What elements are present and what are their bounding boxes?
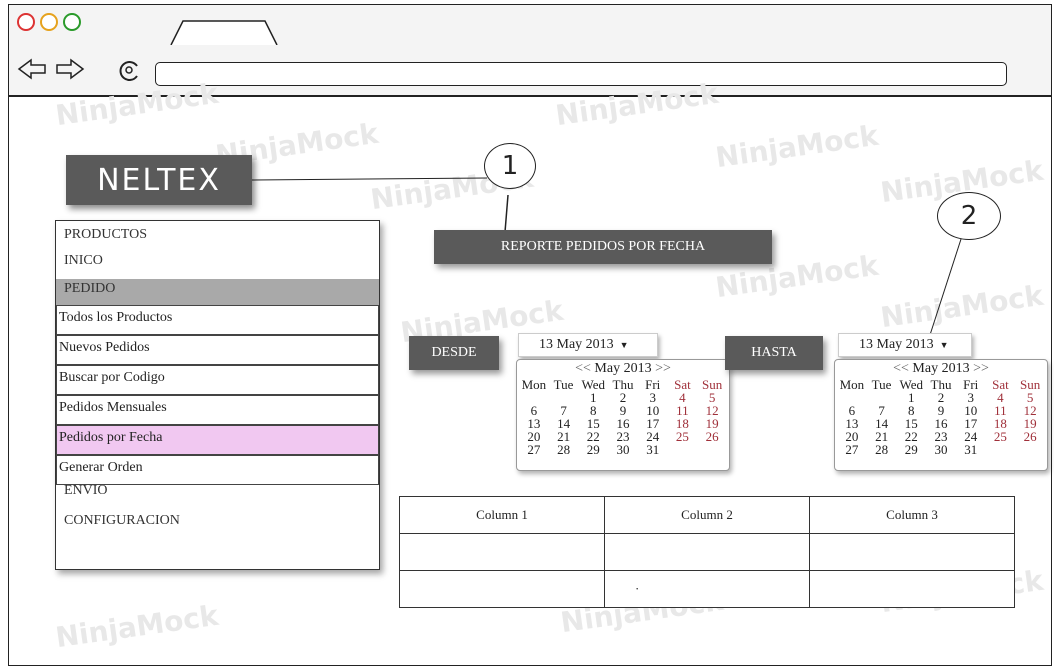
callout-1: 1 bbox=[484, 143, 536, 189]
menu-item-inico[interactable]: INICO bbox=[64, 253, 103, 269]
calendar-next-button[interactable]: >> bbox=[655, 361, 671, 376]
submenu-item-pedidos-por-fecha[interactable]: Pedidos por Fecha bbox=[56, 425, 379, 455]
table-cell bbox=[809, 533, 1015, 571]
calendar-day[interactable]: 26 bbox=[697, 430, 727, 443]
hasta-date-value: 13 May 2013 bbox=[859, 337, 934, 352]
calendar-prev-button[interactable]: << bbox=[575, 361, 591, 376]
calendar-day[interactable]: 27 bbox=[837, 443, 867, 456]
calendar-days: 1 2 3 4 5 6 7 8 9 10 11 12 13 14 15 16 17 18 19 20 21 22 23 24 2… bbox=[835, 391, 1047, 456]
calendar-day[interactable]: 26 bbox=[1015, 430, 1045, 443]
weekday: Tue bbox=[871, 377, 892, 392]
table-row[interactable] bbox=[399, 533, 1015, 571]
calendar-day bbox=[697, 443, 727, 456]
results-table: Column 1 Column 2 Column 3 · bbox=[399, 496, 1015, 608]
hasta-calendar[interactable]: << May 2013 >> Mon Tue Wed Thu Fri Sat S… bbox=[834, 359, 1048, 471]
calendar-month-label: May 2013 bbox=[594, 361, 652, 376]
table-cell: · bbox=[604, 570, 810, 608]
column-header: Column 3 bbox=[809, 496, 1015, 534]
menu-item-configuracion[interactable]: CONFIGURACION bbox=[64, 513, 180, 529]
menu-item-pedido-header[interactable]: PEDIDO bbox=[56, 279, 379, 305]
submenu-item-buscar-por-codigo[interactable]: Buscar por Codigo bbox=[56, 365, 379, 395]
table-cell bbox=[604, 533, 810, 571]
calendar-day[interactable]: 29 bbox=[896, 443, 926, 456]
weekday: Tue bbox=[553, 377, 574, 392]
submenu-item-pedidos-mensuales[interactable]: Pedidos Mensuales bbox=[56, 395, 379, 425]
menu-item-envio[interactable]: ENVIO bbox=[64, 483, 108, 499]
menu-item-productos[interactable]: PRODUCTOS bbox=[64, 227, 147, 243]
menu-item-pedido: PEDIDO bbox=[64, 281, 116, 296]
neltex-logo: NELTEX bbox=[66, 155, 252, 205]
calendar-day bbox=[986, 443, 1016, 456]
calendar-day[interactable]: 30 bbox=[608, 443, 638, 456]
side-menu: PRODUCTOS INICO PEDIDO Todos los Product… bbox=[55, 220, 380, 570]
calendar-day[interactable]: 31 bbox=[638, 443, 668, 456]
calendar-header: << May 2013 >> bbox=[835, 360, 1047, 378]
calendar-month-label: May 2013 bbox=[912, 361, 970, 376]
desde-calendar[interactable]: << May 2013 >> Mon Tue Wed Thu Fri Sat S… bbox=[516, 359, 730, 471]
calendar-day[interactable]: 30 bbox=[926, 443, 956, 456]
desde-date-value: 13 May 2013 bbox=[539, 337, 614, 352]
desde-date-field[interactable]: 13 May 2013 ▼ bbox=[518, 333, 658, 357]
callout-2: 2 bbox=[937, 192, 1001, 240]
calendar-day[interactable]: 25 bbox=[986, 430, 1016, 443]
column-header: Column 1 bbox=[399, 496, 605, 534]
calendar-day bbox=[668, 443, 698, 456]
calendar-prev-button[interactable]: << bbox=[893, 361, 909, 376]
calendar-day bbox=[1015, 443, 1045, 456]
report-button[interactable]: REPORTE PEDIDOS POR FECHA bbox=[434, 230, 772, 264]
submenu-item-nuevos-pedidos[interactable]: Nuevos Pedidos bbox=[56, 335, 379, 365]
calendar-day[interactable]: 28 bbox=[549, 443, 579, 456]
table-cell bbox=[399, 533, 605, 571]
hasta-label: HASTA bbox=[725, 336, 823, 370]
calendar-day[interactable]: 29 bbox=[578, 443, 608, 456]
table-header-row: Column 1 Column 2 Column 3 bbox=[399, 496, 1015, 534]
table-cell bbox=[809, 570, 1015, 608]
weekday: Mon bbox=[521, 377, 547, 392]
calendar-day[interactable]: 31 bbox=[956, 443, 986, 456]
column-header: Column 2 bbox=[604, 496, 810, 534]
table-row[interactable]: · bbox=[399, 570, 1015, 608]
calendar-next-button[interactable]: >> bbox=[973, 361, 989, 376]
calendar-days: 1 2 3 4 5 6 7 8 9 10 11 12 13 14 15 16 17 18 19 20 21 22 23 24 2… bbox=[517, 391, 729, 456]
chevron-down-icon: ▼ bbox=[939, 340, 949, 350]
submenu-item-generar-orden[interactable]: Generar Orden bbox=[56, 455, 379, 485]
chevron-down-icon: ▼ bbox=[619, 340, 629, 350]
calendar-header: << May 2013 >> bbox=[517, 360, 729, 378]
hasta-date-field[interactable]: 13 May 2013 ▼ bbox=[838, 333, 972, 357]
desde-label: DESDE bbox=[409, 336, 499, 370]
submenu-item-todos-los-productos[interactable]: Todos los Productos bbox=[56, 305, 379, 335]
calendar-day[interactable]: 28 bbox=[867, 443, 897, 456]
calendar-day[interactable]: 27 bbox=[519, 443, 549, 456]
table-cell bbox=[399, 570, 605, 608]
calendar-day[interactable]: 25 bbox=[668, 430, 698, 443]
weekday: Mon bbox=[839, 377, 865, 392]
